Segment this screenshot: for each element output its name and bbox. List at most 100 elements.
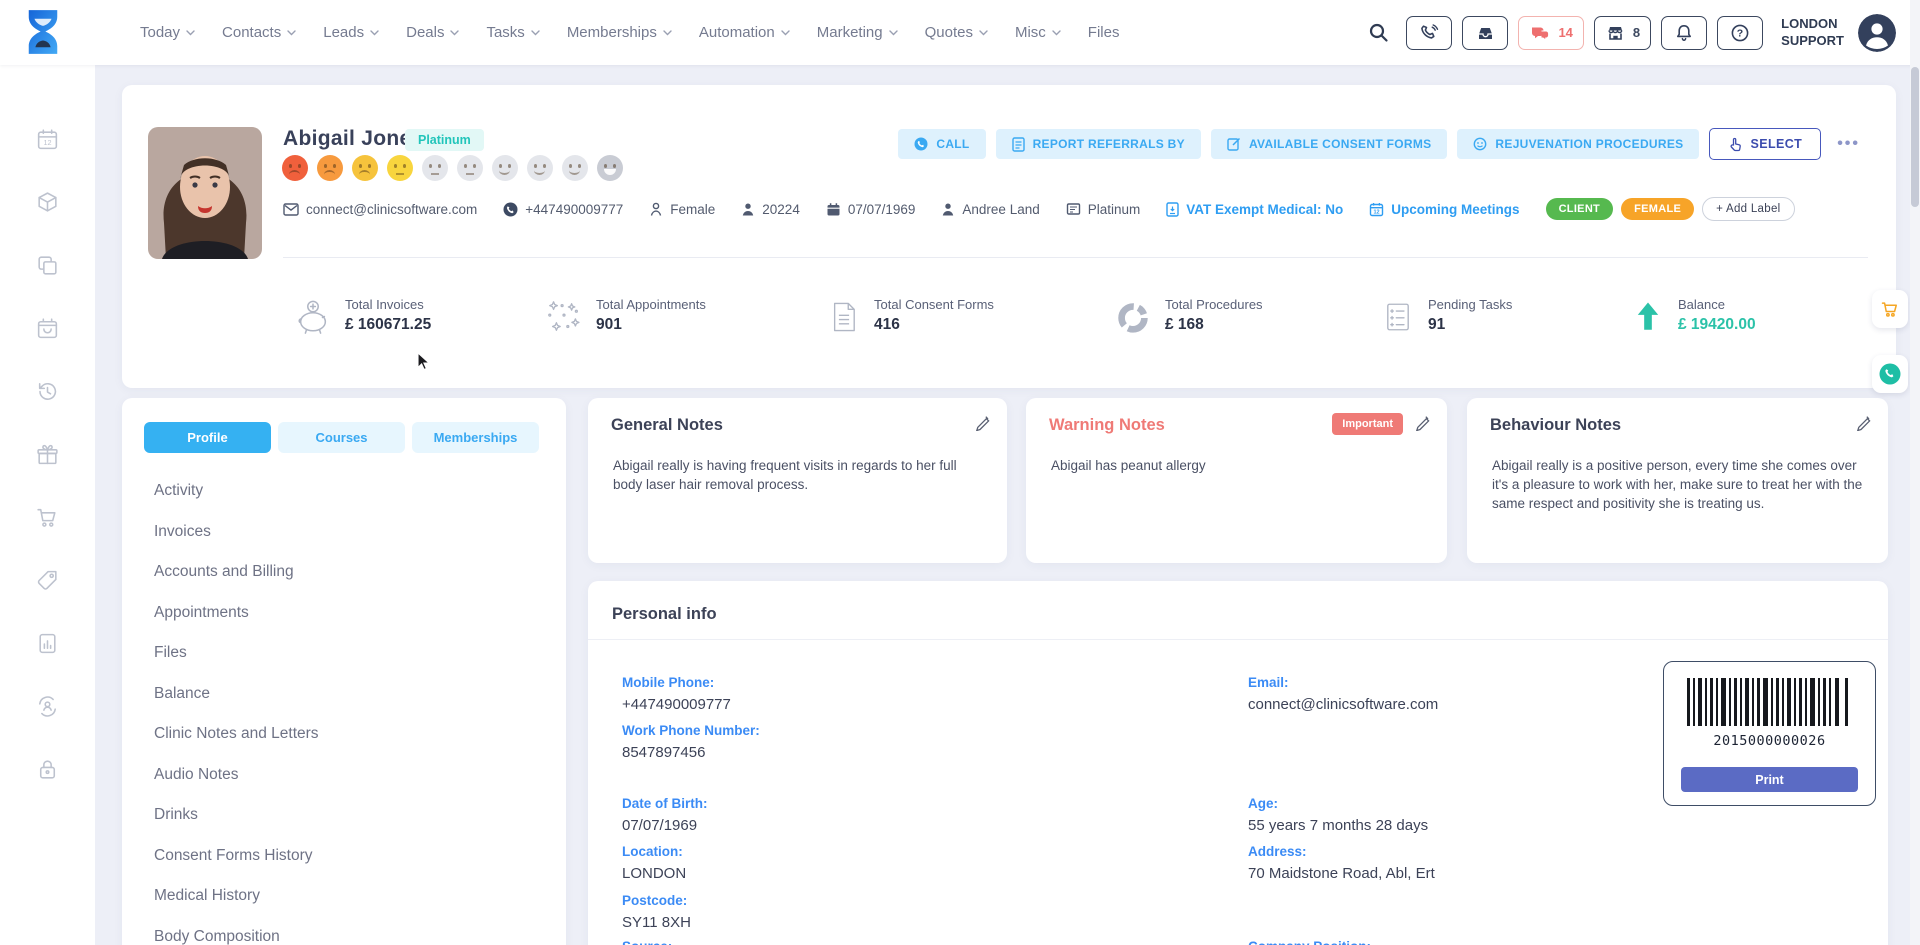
client-sync-icon[interactable] bbox=[35, 694, 60, 719]
more-options-button[interactable]: ••• bbox=[1831, 135, 1866, 153]
calendar-import-icon[interactable] bbox=[35, 316, 60, 341]
menu-item-audio-notes[interactable]: Audio Notes bbox=[154, 755, 546, 796]
phone-circle-icon bbox=[503, 202, 518, 217]
profile-tabs: Profile Courses Memberships bbox=[144, 422, 539, 453]
stat-balance: Balance£ 19420.00 bbox=[1631, 297, 1756, 337]
chevron-down-icon bbox=[1052, 30, 1061, 36]
mood-gray-5-icon[interactable] bbox=[562, 155, 588, 181]
menu-item-appointments[interactable]: Appointments bbox=[154, 593, 546, 634]
mood-gray-2-icon[interactable] bbox=[457, 155, 483, 181]
personal-info-card: Personal info Mobile Phone: +44749000977… bbox=[588, 581, 1888, 945]
floating-cart-button[interactable] bbox=[1872, 290, 1908, 328]
edit-pencil-icon[interactable] bbox=[975, 415, 991, 436]
icon-sidebar: 12 bbox=[0, 65, 95, 945]
mood-gray-4-icon[interactable] bbox=[527, 155, 553, 181]
package-icon[interactable] bbox=[35, 190, 60, 215]
vat-exempt-link[interactable]: VAT Exempt Medical: No bbox=[1166, 202, 1343, 217]
general-notes-title: General Notes bbox=[611, 416, 723, 435]
search-icon[interactable] bbox=[1368, 22, 1390, 44]
menu-item-balance[interactable]: Balance bbox=[154, 674, 546, 715]
svg-text:12: 12 bbox=[1374, 209, 1380, 215]
client-phone[interactable]: +447490009777 bbox=[503, 202, 623, 217]
dialer-button[interactable] bbox=[1406, 16, 1452, 50]
nav-leads[interactable]: Leads bbox=[323, 24, 379, 41]
menu-item-accounts-billing[interactable]: Accounts and Billing bbox=[154, 552, 546, 593]
help-button[interactable]: ? bbox=[1717, 16, 1763, 50]
client-gender: Female bbox=[649, 202, 715, 217]
upcoming-meetings-link[interactable]: 12 Upcoming Meetings bbox=[1369, 202, 1519, 217]
menu-item-files[interactable]: Files bbox=[154, 633, 546, 674]
print-button[interactable]: Print bbox=[1681, 767, 1858, 792]
client-id: 20224 bbox=[741, 202, 800, 217]
user-avatar-icon[interactable] bbox=[1858, 14, 1896, 52]
client-labels: CLIENT FEMALE + Add Label bbox=[1546, 197, 1795, 221]
menu-item-body-composition[interactable]: Body Composition bbox=[154, 917, 546, 945]
lock-icon[interactable] bbox=[35, 757, 60, 782]
cart-icon[interactable] bbox=[35, 505, 60, 530]
edit-pencil-icon[interactable] bbox=[1415, 415, 1431, 436]
chevron-down-icon bbox=[889, 30, 898, 36]
notifications-button[interactable] bbox=[1661, 16, 1707, 50]
chat-button[interactable]: 14 bbox=[1518, 16, 1583, 50]
nav-automation[interactable]: Automation bbox=[699, 24, 790, 41]
report-icon[interactable] bbox=[35, 631, 60, 656]
add-label-button[interactable]: + Add Label bbox=[1702, 197, 1794, 221]
mood-great-icon[interactable] bbox=[597, 155, 623, 181]
nav-marketing[interactable]: Marketing bbox=[817, 24, 898, 41]
consent-forms-button[interactable]: AVAILABLE CONSENT FORMS bbox=[1211, 129, 1447, 159]
calendar-icon[interactable]: 12 bbox=[35, 127, 60, 152]
menu-item-medical-history[interactable]: Medical History bbox=[154, 876, 546, 917]
nav-memberships[interactable]: Memberships bbox=[567, 24, 672, 41]
menu-item-drinks[interactable]: Drinks bbox=[154, 795, 546, 836]
tab-courses[interactable]: Courses bbox=[278, 422, 405, 453]
field-address: Address: 70 Maidstone Road, Abl, Ert bbox=[1248, 844, 1435, 882]
gift-icon[interactable] bbox=[35, 442, 60, 467]
nav-today[interactable]: Today bbox=[140, 24, 195, 41]
menu-item-clinic-notes[interactable]: Clinic Notes and Letters bbox=[154, 714, 546, 755]
nav-contacts[interactable]: Contacts bbox=[222, 24, 296, 41]
profile-menu-card: Profile Courses Memberships Activity Inv… bbox=[122, 398, 566, 945]
mood-angry-icon[interactable] bbox=[317, 155, 343, 181]
scrollbar-thumb[interactable] bbox=[1911, 67, 1919, 207]
history-icon[interactable] bbox=[35, 379, 60, 404]
field-age: Age: 55 years 7 months 28 days bbox=[1248, 796, 1428, 834]
mood-gray-3-icon[interactable] bbox=[492, 155, 518, 181]
edit-square-icon bbox=[1227, 137, 1241, 151]
gender-icon bbox=[649, 202, 663, 217]
menu-item-consent-history[interactable]: Consent Forms History bbox=[154, 836, 546, 877]
label-client[interactable]: CLIENT bbox=[1546, 198, 1614, 220]
nav-tasks[interactable]: Tasks bbox=[486, 24, 539, 41]
edit-pencil-icon[interactable] bbox=[1856, 415, 1872, 436]
select-button[interactable]: SELECT bbox=[1709, 128, 1821, 160]
mood-unhappy-icon[interactable] bbox=[352, 155, 378, 181]
copy-icon[interactable] bbox=[35, 253, 60, 278]
tab-memberships[interactable]: Memberships bbox=[412, 422, 539, 453]
bell-icon bbox=[1674, 23, 1694, 43]
store-button[interactable]: 8 bbox=[1594, 16, 1651, 50]
mood-gray-1-icon[interactable] bbox=[422, 155, 448, 181]
mood-neutral-icon[interactable] bbox=[387, 155, 413, 181]
price-tag-icon[interactable] bbox=[35, 568, 60, 593]
header-divider bbox=[283, 257, 1868, 258]
rejuvenation-button[interactable]: REJUVENATION PROCEDURES bbox=[1457, 129, 1699, 159]
mood-very-angry-icon[interactable] bbox=[282, 155, 308, 181]
field-mobile-phone: Mobile Phone: +447490009777 bbox=[622, 675, 731, 713]
label-female[interactable]: FEMALE bbox=[1621, 198, 1694, 220]
menu-item-invoices[interactable]: Invoices bbox=[154, 512, 546, 553]
floating-whatsapp-button[interactable] bbox=[1872, 355, 1908, 393]
brand-logo[interactable] bbox=[24, 8, 62, 56]
nav-deals[interactable]: Deals bbox=[406, 24, 459, 41]
field-source: Source: bbox=[622, 939, 672, 945]
client-email[interactable]: connect@clinicsoftware.com bbox=[283, 202, 477, 217]
menu-item-activity[interactable]: Activity bbox=[154, 471, 546, 512]
page-scrollbar bbox=[1910, 0, 1920, 945]
nav-files[interactable]: Files bbox=[1088, 24, 1120, 41]
client-dob: 07/07/1969 bbox=[826, 202, 916, 217]
nav-misc[interactable]: Misc bbox=[1015, 24, 1061, 41]
chevron-down-icon bbox=[287, 30, 296, 36]
report-referrals-button[interactable]: REPORT REFERRALS BY bbox=[996, 129, 1201, 159]
tab-profile[interactable]: Profile bbox=[144, 422, 271, 453]
inbox-button[interactable] bbox=[1462, 16, 1508, 50]
nav-quotes[interactable]: Quotes bbox=[925, 24, 988, 41]
call-button[interactable]: CALL bbox=[898, 129, 985, 159]
